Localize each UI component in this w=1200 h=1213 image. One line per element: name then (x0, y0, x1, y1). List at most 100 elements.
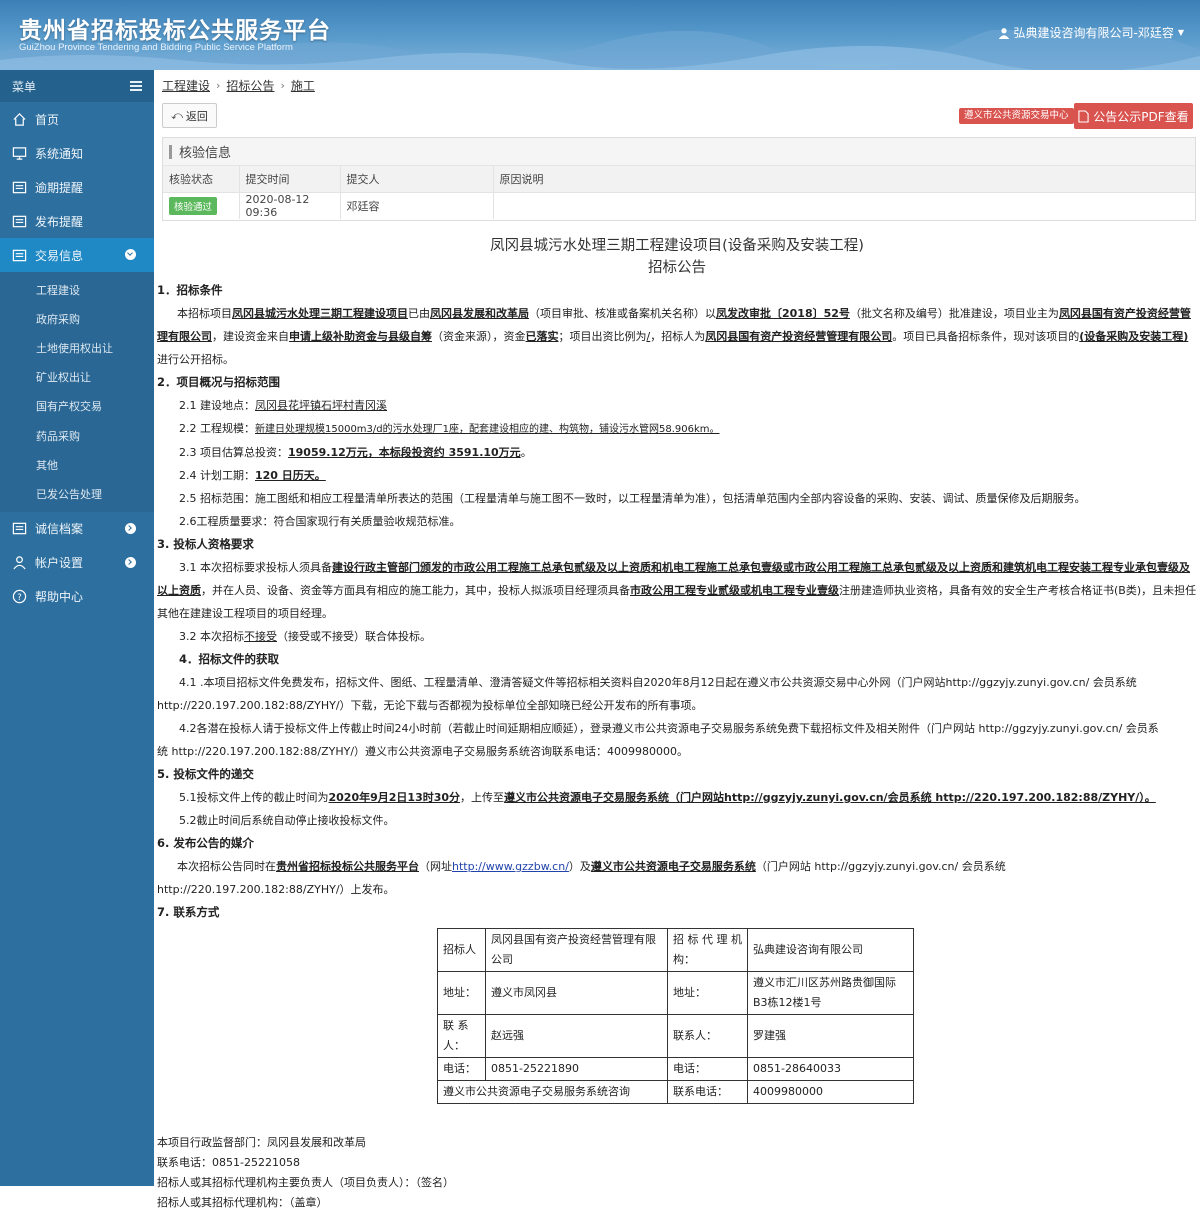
table-row: 地址： 遵义市凤冈县 地址： 遵义市汇川区苏州路贵御国际B3栋12楼1号 (437, 971, 914, 1015)
text: (设备采购及安装工程) (1079, 330, 1189, 343)
back-icon: ⤺ (171, 108, 183, 122)
text: 进行公开招标。 (157, 353, 234, 366)
main-content: 工程建设 › 招标公告 › 施工 ⤺ 返回 遵义市公共资源交易中心 公告公示PD… (154, 70, 1200, 1210)
cell: 罗建强 (747, 1014, 914, 1058)
cell: 弘典建设咨询有限公司 (747, 928, 914, 972)
pdf-view-label: 公告公示PDF查看 (1093, 109, 1189, 124)
verify-table: 核验状态 提交时间 提交人 原因说明 核验通过 2020-08-12 09:36… (163, 166, 1195, 219)
chevron-right-icon: › (280, 78, 285, 92)
section-2-item: 2.6工程质量要求：符合国家现行有关质量验收规范标准。 (179, 515, 461, 528)
submenu-item[interactable]: 国有产权交易 (0, 392, 154, 421)
cell: 地址： (667, 971, 748, 1015)
footer-line: 联系电话：0851-25221058 (157, 1156, 300, 1169)
sidebar-item-label: 帐户设置 (35, 556, 84, 570)
verify-title: 核验信息 (163, 138, 1195, 166)
text: 新建日处理规模15000m3/d的污水处理厂1座，配套建设相应的建、构筑物，铺设… (255, 424, 720, 435)
cell: 凤冈县国有资产投资经营管理有限公司 (485, 928, 668, 972)
section-heading: 2．项目概况与招标范围 (157, 375, 281, 389)
doc-subtitle: 招标公告 (648, 260, 706, 276)
cell: 0851-28640033 (747, 1057, 914, 1081)
cell: 招 标 代 理 机 构： (667, 928, 748, 972)
section-5-item: 5.1投标文件上传的截止时间为2020年9月2日13时30分，上传至遵义市公共资… (157, 786, 1197, 809)
text: 市政公用工程专业贰级或机电工程专业壹级 (630, 584, 839, 597)
section-4-paragraph: 统 http://220.197.200.182:88/ZYHY/）遵义市公共资… (157, 745, 689, 758)
text: （批文名称及编号）批准建设，项目业主为 (849, 307, 1059, 320)
sidebar-item-help[interactable]: ? 帮助中心 (0, 580, 154, 614)
status-badge: 核验通过 (169, 196, 218, 215)
text: ，建设资金来自 (212, 330, 289, 343)
text: （接受或不接受）联合体投标。 (277, 630, 431, 643)
breadcrumb-item[interactable]: 招标公告 (226, 77, 274, 94)
sidebar-item-credit[interactable]: 诚信档案 (0, 512, 154, 546)
app-subtitle: GuiZhou Province Tendering and Bidding P… (19, 42, 293, 53)
submenu-item[interactable]: 工程建设 (0, 275, 154, 304)
breadcrumb-item[interactable]: 施工 (291, 77, 315, 94)
section-heading: 4．招标文件的获取 (179, 652, 280, 666)
footer-line: 招标人或其招标代理机构：（盖章） (157, 1196, 328, 1209)
text: 2.1 建设地点： (179, 399, 255, 412)
section-heading: 1．招标条件 (157, 283, 223, 297)
table-row: 招标人 凤冈县国有资产投资经营管理有限公司 招 标 代 理 机 构： 弘典建设咨… (437, 928, 914, 972)
text: 2.3 项目估算总投资： (179, 446, 288, 459)
submenu-item[interactable]: 政府采购 (0, 304, 154, 333)
text: 凤冈县花坪镇石坪村青冈溪 (255, 399, 387, 412)
sidebar-item-label: 诚信档案 (35, 522, 84, 536)
back-button[interactable]: ⤺ 返回 (162, 103, 217, 128)
list-icon (12, 249, 27, 261)
sidebar-item-trade-info[interactable]: 交易信息 (0, 238, 154, 272)
section-2-item: 2.1 建设地点：凤冈县花坪镇石坪村青冈溪 (157, 394, 1197, 417)
home-icon (13, 112, 26, 126)
cell: 0851-25221890 (485, 1057, 668, 1081)
reason (493, 191, 1195, 219)
breadcrumb-item[interactable]: 工程建设 (162, 77, 210, 94)
sidebar-item-label: 发布提醒 (35, 214, 84, 229)
user-menu[interactable]: 弘典建设咨询有限公司-邓廷容 ▼ (998, 24, 1184, 41)
back-label: 返回 (185, 109, 208, 123)
cell: 遵义市汇川区苏州路贵御国际B3栋12楼1号 (747, 971, 914, 1015)
section-heading: 6. 发布公告的媒介 (157, 836, 254, 850)
sidebar-item-overdue[interactable]: 逾期提醒 (0, 170, 154, 204)
cell: 赵远强 (485, 1014, 668, 1058)
user-name: 弘典建设咨询有限公司-邓廷容 (1013, 26, 1174, 40)
submenu-item[interactable]: 土地使用权出让 (0, 333, 154, 362)
announcement-document: 凤冈县城污水处理三期工程建设项目(设备采购及安装工程) 招标公告 1．招标条件 … (157, 235, 1197, 1213)
text: 3.2 本次招标 (179, 630, 244, 643)
status-cell: 核验通过 (163, 191, 240, 219)
user-icon (13, 556, 26, 570)
column-header: 提交人 (340, 166, 494, 192)
submenu-item[interactable]: 已发公告处理 (0, 479, 154, 508)
text: 凤冈县发展和改革局 (430, 307, 529, 320)
text: 。 (520, 446, 532, 459)
section-2-item: 2.5 招标范围：施工图纸和相应工程量清单所表达的范围（工程量清单与施工图不一致… (179, 492, 1086, 505)
sidebar-item-notice[interactable]: 系统通知 (0, 136, 154, 170)
column-header: 原因说明 (493, 166, 1195, 192)
chevron-right-icon: › (216, 78, 221, 92)
pdf-icon (1078, 109, 1089, 123)
sidebar-item-account[interactable]: 帐户设置 (0, 546, 154, 580)
section-3-paragraph: 3.1 本次招标要求投标人须具备建设行政主管部门颁发的市政公用工程施工总承包贰级… (157, 556, 1197, 625)
text: 120 日历天。 (255, 469, 326, 482)
cell: 招标人 (437, 928, 486, 972)
svg-text:?: ? (17, 592, 21, 602)
pdf-view-button[interactable]: 公告公示PDF查看 (1074, 103, 1193, 129)
cell: 地址： (437, 971, 486, 1015)
cell: 联 系 人： (437, 1014, 486, 1058)
submenu-item[interactable]: 药品采购 (0, 421, 154, 450)
submenu-item[interactable]: 其他 (0, 450, 154, 479)
submenu-item[interactable]: 矿业权出让 (0, 363, 154, 392)
text: 本招标项目 (177, 307, 232, 320)
text: 贵州省招标投标公共服务平台 (276, 860, 419, 873)
list-icon (12, 181, 27, 193)
text: 5.1投标文件上传的截止时间为 (179, 791, 329, 804)
verify-panel: 核验信息 核验状态 提交时间 提交人 原因说明 核验通过 2020-08-12 … (162, 137, 1196, 221)
section-4-paragraph: 4.2各潜在投标人请于投标文件上传截止时间24小时前（若截止时间延期相应顺延），… (179, 722, 1159, 735)
sidebar-item-home[interactable]: 首页 (0, 102, 154, 136)
text: 19059.12万元，本标段投资约 3591.10万元 (288, 446, 521, 459)
link[interactable]: http://www.gzzbw.cn/ (452, 860, 569, 873)
text: 2.4 计划工期： (179, 469, 255, 482)
hamburger-icon[interactable] (130, 81, 142, 91)
text: （项目审批、核准或备案机关名称）以 (529, 307, 716, 320)
trading-center-button[interactable]: 遵义市公共资源交易中心 (959, 108, 1074, 124)
cell: 电话： (437, 1057, 486, 1081)
sidebar-item-publish[interactable]: 发布提醒 (0, 204, 154, 238)
